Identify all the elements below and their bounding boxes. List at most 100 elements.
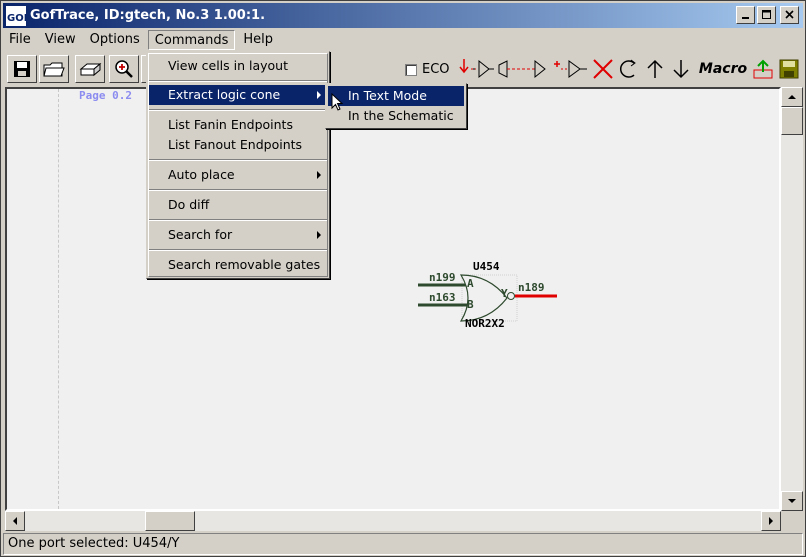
menu-separator <box>149 109 327 111</box>
menu-item-label: Search for <box>168 227 233 242</box>
menu-item-view-cells-in-layout[interactable]: View cells in layout <box>149 56 327 76</box>
menu-item-label: Do diff <box>168 197 210 212</box>
refresh-icon <box>619 59 636 78</box>
eco-checkbox-box[interactable] <box>405 63 417 76</box>
menu-options[interactable]: Options <box>84 30 146 50</box>
menu-item-search-removable-gates[interactable]: Search removable gates <box>149 255 327 275</box>
red-x-icon <box>593 59 613 79</box>
menu-commands[interactable]: Commands <box>147 30 236 50</box>
maximize-button[interactable] <box>757 6 776 24</box>
close-icon <box>784 10 794 19</box>
app-window: GOF GofTrace, ID:gtech, No.3 1.00:1. Fil… <box>0 0 806 557</box>
zoom-in-icon <box>115 60 133 78</box>
horizontal-scroll-thumb[interactable] <box>145 511 195 531</box>
submenu-arrow-icon <box>317 171 321 179</box>
menu-help[interactable]: Help <box>237 30 279 50</box>
maximize-icon <box>761 10 771 19</box>
horizontal-scrollbar[interactable] <box>5 511 781 531</box>
menu-item-label: Extract logic cone <box>168 87 281 102</box>
delete-button[interactable] <box>591 56 615 82</box>
gate-instance-label: U454 <box>473 260 500 273</box>
title-bar[interactable]: GOF GofTrace, ID:gtech, No.3 1.00:1. <box>3 3 803 28</box>
menu-item-label: View cells in layout <box>168 58 289 73</box>
mouse-cursor-icon <box>331 93 344 111</box>
move-down-button[interactable] <box>669 56 693 82</box>
menu-item-list-fanin-endpoints[interactable]: List Fanin Endpoints <box>149 115 327 135</box>
menu-separator <box>149 219 327 221</box>
floppy-icon <box>14 61 30 77</box>
zoom-in-button[interactable] <box>109 55 139 83</box>
arrow-up-icon <box>647 59 663 78</box>
schematic-drawing: U454 NOR2X2 n199 n163 n189 A B Y <box>418 260 557 330</box>
vertical-scroll-thumb[interactable] <box>781 107 803 135</box>
triangle-down-icon <box>788 499 796 503</box>
arrow-down-icon <box>673 60 689 79</box>
menu-item-label: List Fanin Endpoints <box>168 117 293 132</box>
pin-label-y: Y <box>501 287 508 300</box>
menu-item-auto-place[interactable]: Auto place <box>149 165 327 185</box>
menu-item-label: Search removable gates <box>168 257 321 272</box>
export-button[interactable] <box>751 56 775 82</box>
menu-separator <box>149 189 327 191</box>
save-button[interactable] <box>7 55 37 83</box>
move-up-button[interactable] <box>643 56 667 82</box>
gate-cell-label: NOR2X2 <box>465 317 505 330</box>
triangle-up-icon <box>788 95 796 99</box>
net-label-n199: n199 <box>429 271 456 284</box>
app-icon: GOF <box>6 5 26 26</box>
trace-down-gate-icon <box>459 59 494 79</box>
disk-icon <box>779 59 799 79</box>
menu-item-extract-logic-cone[interactable]: Extract logic cone <box>149 85 327 105</box>
print-button[interactable] <box>75 55 105 83</box>
path-gates-icon <box>498 59 546 79</box>
printer-icon <box>79 62 102 77</box>
eco-label: ECO <box>422 62 450 77</box>
open-button[interactable] <box>39 55 69 83</box>
menu-separator <box>149 80 327 82</box>
schematic-canvas[interactable]: Page 0.2 U454 NOR2X2 n199 n163 n189 A B … <box>5 87 781 511</box>
scroll-up-button[interactable] <box>781 87 803 107</box>
plus-gate-icon <box>554 60 587 78</box>
eco-checkbox[interactable]: ECO <box>405 62 450 77</box>
pin-label-a: A <box>467 277 474 290</box>
export-icon <box>753 59 773 79</box>
pin-label-b: B <box>467 298 474 311</box>
minimize-icon <box>741 17 749 19</box>
submenu-arrow-icon <box>317 231 321 239</box>
menu-item-list-fanout-endpoints[interactable]: List Fanout Endpoints <box>149 135 327 155</box>
window-title: GofTrace, ID:gtech, No.3 1.00:1. <box>30 8 266 23</box>
menu-separator <box>149 159 327 161</box>
menu-separator <box>149 249 327 251</box>
vertical-scrollbar[interactable] <box>781 87 803 511</box>
menu-item-label: Auto place <box>168 167 235 182</box>
menu-item-search-for[interactable]: Search for <box>149 225 327 245</box>
triangle-left-icon <box>13 517 17 525</box>
add-gate-button[interactable] <box>553 56 589 82</box>
extract-logic-cone-submenu: In Text Mode In the Schematic <box>325 83 467 129</box>
scroll-left-button[interactable] <box>5 511 25 531</box>
trace-fanin-button[interactable] <box>459 56 495 82</box>
menu-item-do-diff[interactable]: Do diff <box>149 195 327 215</box>
open-folder-icon <box>43 62 65 77</box>
scroll-down-button[interactable] <box>781 491 803 511</box>
submenu-item-in-the-schematic[interactable]: In the Schematic <box>328 106 464 126</box>
minimize-button[interactable] <box>736 6 755 24</box>
macro-button[interactable]: Macro <box>697 56 749 82</box>
commands-menu: View cells in layout Extract logic cone … <box>146 51 330 279</box>
save-disk-button[interactable] <box>777 56 801 82</box>
trace-path-button[interactable] <box>497 56 549 82</box>
submenu-arrow-icon <box>317 91 321 99</box>
submenu-item-in-text-mode[interactable]: In Text Mode <box>328 86 464 106</box>
menu-file[interactable]: File <box>3 30 37 50</box>
menu-bar: File View Options Commands Help <box>3 29 803 51</box>
scroll-right-button[interactable] <box>761 511 781 531</box>
net-label-n163: n163 <box>429 291 456 304</box>
menu-view[interactable]: View <box>39 30 82 50</box>
nor-gate-bubble <box>507 292 515 300</box>
scrollbar-corner <box>781 511 803 531</box>
refresh-button[interactable] <box>617 56 641 82</box>
app-icon-letters: GOF <box>7 13 26 24</box>
menu-item-label: List Fanout Endpoints <box>168 137 303 152</box>
net-label-n189: n189 <box>518 281 545 294</box>
close-button[interactable] <box>780 6 799 24</box>
